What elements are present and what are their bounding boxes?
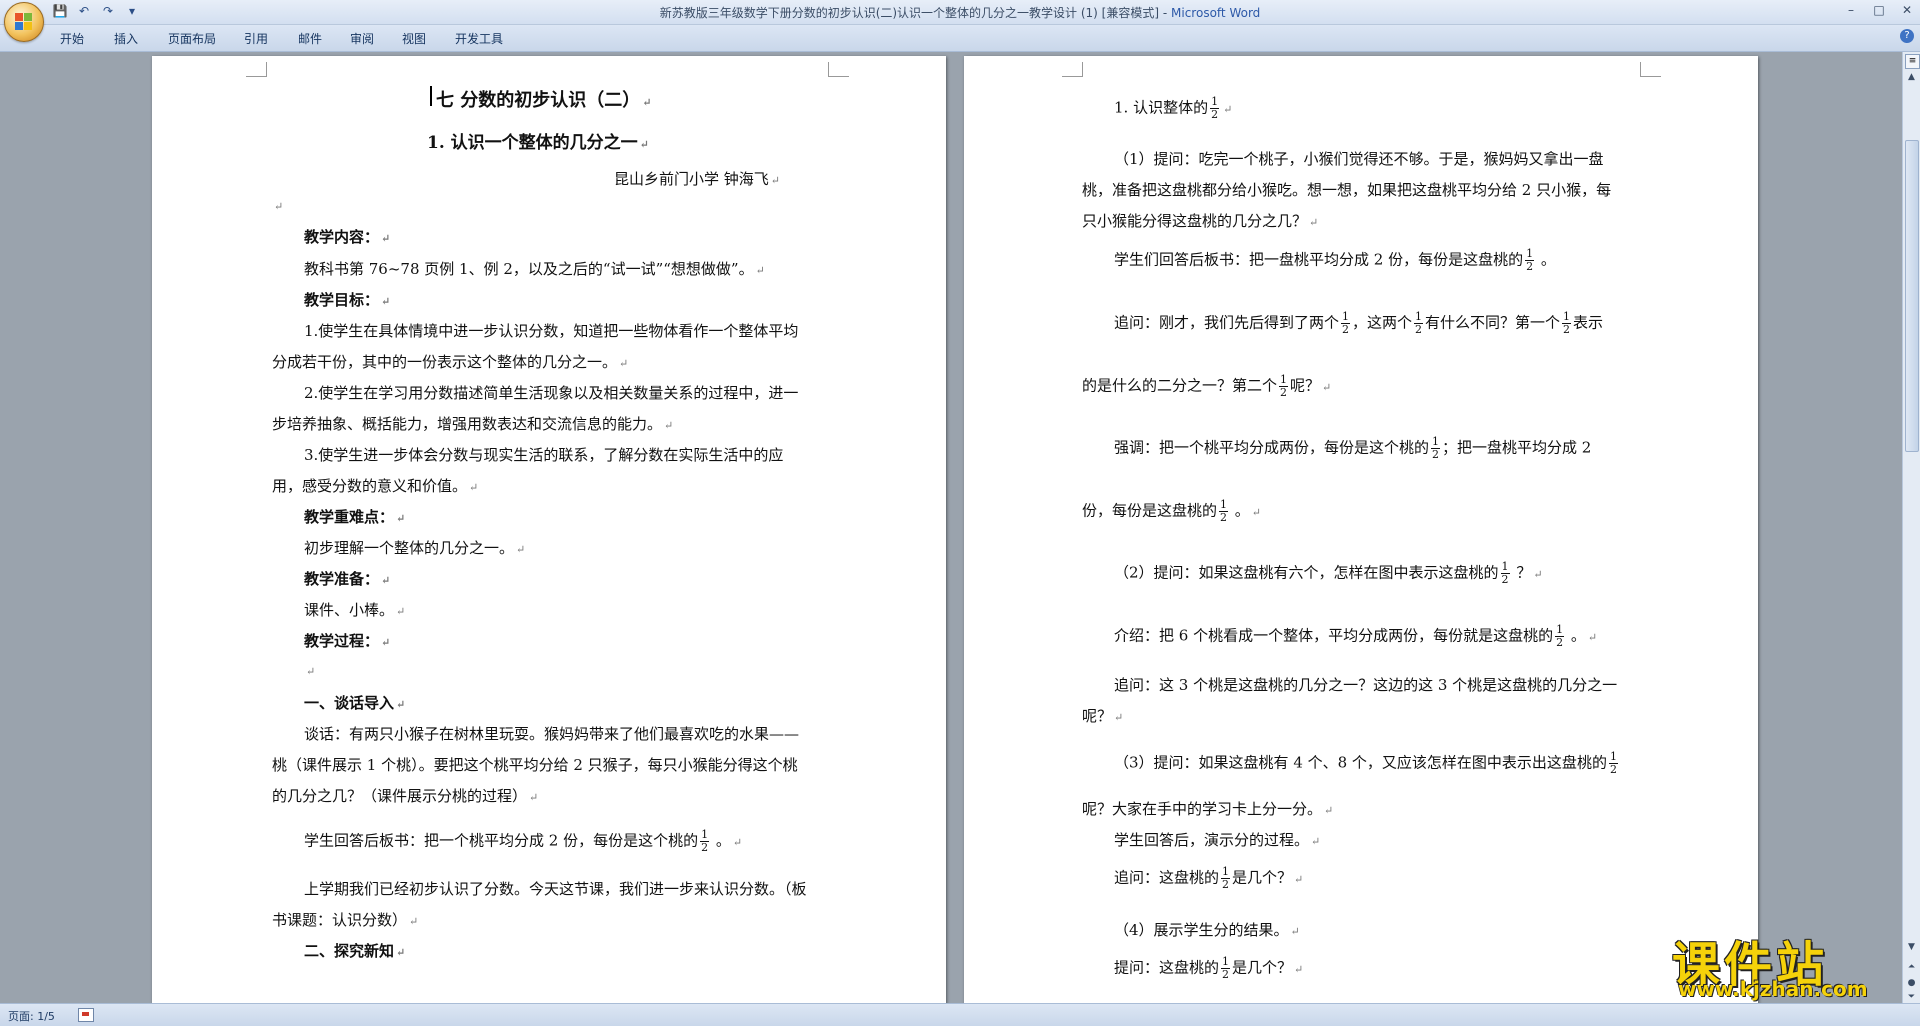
help-icon[interactable]: ? [1900, 29, 1914, 43]
previous-page-icon[interactable]: ⏶ [1905, 962, 1918, 976]
chapter-heading: 七 分数的初步认识（二） ↵ [436, 90, 652, 111]
review-text: 上学期我们已经初步认识了分数。今天这节课，我们进一步来认识分数。（板 [304, 880, 807, 898]
margin-corner [246, 62, 267, 77]
lesson-heading: 1. 认识一个整体的几分之一 ↵ [427, 133, 649, 153]
fraction: 12 [700, 828, 710, 854]
follow-up-3: 追问：这盘桃的 1 2 是几个？ ↵ [1114, 865, 1304, 891]
watermark-url: www.kjzhan.com [1678, 977, 1868, 1001]
follow-up-1: 追问：刚才，我们先后得到了两个 1 2 ，这两个 1 2 有什么不同？第一个 1 2 表示 [1114, 310, 1604, 336]
key-text: 初步理解一个整体的几分之一。 ↵ [304, 539, 526, 557]
tab-view[interactable]: 视图 [402, 30, 426, 47]
talk-text-cont: 桃（课件展示 1 个桃）。要把这个桃平均分给 2 只猴子，每只小猴能分得这个桃 [272, 756, 798, 774]
fraction: 12 [1431, 435, 1441, 461]
follow-up-2: 追问：这 3 个桃是这盘桃的几分之一？这边的这 3 个桃是这盘桃的几分之一 [1114, 676, 1618, 694]
question-1: （1）提问：吃完一个桃子，小猴们觉得还不够。于是，猴妈妈又拿出一盘 [1114, 150, 1604, 168]
follow-up-1-cont: 的是什么的二分之一？第二个 1 2 呢？ ↵ [1082, 373, 1332, 399]
section-2-heading: 二、探究新知 ↵ [304, 942, 406, 960]
tab-developer[interactable]: 开发工具 [455, 30, 503, 47]
talk-text-cont: 的几分之几？（课件展示分桃的过程） ↵ [272, 787, 539, 805]
prep-text: 课件、小棒。 ↵ [304, 601, 406, 619]
goal-2-cont: 步培养抽象、概括能力，增强用数表达和交流信息的能力。 ↵ [272, 415, 674, 433]
goal-label: 教学目标： ↵ [304, 291, 391, 309]
fraction: 12 [1525, 247, 1535, 273]
fraction: 12 [1555, 623, 1565, 649]
fraction: 12 [1562, 310, 1572, 336]
content-text: 教科书第 76~78 页例 1、例 2，以及之后的“试一试”“想想做做”。 ↵ [304, 260, 765, 278]
document-workspace: 七 分数的初步认识（二） ↵ 1. 认识一个整体的几分之一 ↵ 昆山乡前门小学 钟海… [0, 52, 1903, 1003]
content-label: 教学内容： ↵ [304, 228, 391, 246]
fraction: 12 [1341, 310, 1351, 336]
minimize-button[interactable]: – [1844, 3, 1858, 17]
fraction: 12 [1279, 373, 1289, 399]
ribbon-tabs: 开始 插入 页面布局 引用 邮件 审阅 视图 开发工具 ? [0, 25, 1920, 52]
section-1-heading: 一、谈话导入 ↵ [304, 694, 406, 712]
question-4: 提问：这盘桃的 1 2 是几个？ ↵ [1114, 955, 1304, 981]
follow-up-2-cont: 呢？ ↵ [1082, 707, 1124, 725]
subsection-1: 1. 认识整体的 1 2 ↵ [1114, 95, 1233, 121]
scroll-thumb[interactable] [1905, 140, 1919, 452]
goal-3: 3.使学生进一步体会分数与现实生活的联系，了解分数在实际生活中的应 [304, 446, 784, 464]
document-page-1[interactable]: 七 分数的初步认识（二） ↵ 1. 认识一个整体的几分之一 ↵ 昆山乡前门小学 钟海… [152, 56, 946, 1003]
goal-3-cont: 用，感受分数的意义和价值。 ↵ [272, 477, 479, 495]
empty-paragraph: ↵ [274, 200, 284, 213]
text-cursor [430, 86, 432, 106]
review-text-cont: 书课题：认识分数） ↵ [272, 911, 419, 929]
office-logo-icon [15, 13, 33, 31]
page-counter[interactable]: 页面: 1/5 [8, 1008, 55, 1024]
goal-1: 1.使学生在具体情境中进一步认识分数，知道把一些物体看作一个整体平均 [304, 322, 799, 340]
talk-text: 谈话：有两只小猴子在树林里玩耍。猴妈妈带来了他们最喜欢吃的水果—— [304, 725, 800, 743]
demonstration: 学生回答后，演示分的过程。 ↵ [1114, 831, 1321, 849]
tab-home[interactable]: 开始 [60, 30, 84, 47]
margin-corner [1062, 62, 1083, 77]
fraction: 12 [1219, 498, 1229, 524]
answer-1: 学生们回答后板书：把一盘桃平均分成 2 份，每份是这盘桃的 1 2 。 [1114, 247, 1556, 273]
fraction: 12 [1221, 865, 1231, 891]
office-button[interactable] [4, 2, 44, 42]
goal-1-cont: 分成若干份，其中的一份表示这个整体的几分之一。 ↵ [272, 353, 629, 371]
show-results: （4）展示学生分的结果。 ↵ [1114, 921, 1300, 939]
window-title: 新苏教版三年级数学下册分数的初步认识(二)认识一个整体的几分之一教学设计 (1)… [659, 6, 1261, 20]
emphasis: 强调：把一个桃平均分成两份，每份是这个桃的 1 2 ；把一盘桃平均分成 2 [1114, 435, 1592, 461]
scroll-down-icon[interactable]: ▼ [1905, 942, 1918, 956]
key-label: 教学重难点： ↵ [304, 508, 406, 526]
empty-paragraph: ↵ [306, 665, 316, 678]
window-controls: – □ ✕ [1844, 3, 1914, 17]
scroll-up-icon[interactable]: ▲ [1905, 72, 1918, 86]
fraction: 12 [1500, 560, 1510, 586]
ruler-toggle-icon[interactable]: ≡ [1905, 54, 1920, 69]
title-bar: 💾 ↶ ↷ ▾ 新苏教版三年级数学下册分数的初步认识(二)认识一个整体的几分之一… [0, 0, 1920, 25]
question-3-cont: 呢？大家在手中的学习卡上分一分。 ↵ [1082, 800, 1334, 818]
margin-corner [828, 62, 849, 77]
fraction: 12 [1221, 955, 1231, 981]
tab-references[interactable]: 引用 [244, 30, 268, 47]
tab-mailings[interactable]: 邮件 [298, 30, 322, 47]
document-page-2[interactable]: 1. 认识整体的 1 2 ↵ （1）提问：吃完一个桃子，小猴们觉得还不够。于是，猴妈妈… [964, 56, 1758, 1003]
close-button[interactable]: ✕ [1900, 3, 1914, 17]
fraction: 12 [1414, 310, 1424, 336]
goal-2: 2.使学生在学习用分数描述简单生活现象以及相关数量关系的过程中，进一 [304, 384, 799, 402]
tab-review[interactable]: 审阅 [350, 30, 374, 47]
tab-page-layout[interactable]: 页面布局 [168, 30, 216, 47]
emphasis-cont: 份，每份是这盘桃的 1 2 。 ↵ [1082, 498, 1262, 524]
prep-label: 教学准备： ↵ [304, 570, 391, 588]
fraction: 12 [1608, 750, 1618, 776]
vertical-scrollbar[interactable]: ≡ ▲ ▼ ⏶ ● ⏷ [1902, 52, 1920, 1003]
question-3: （3）提问：如果这盘桃有 4 个、8 个，又应该怎样在图中表示出这盘桃的 1 2 [1114, 750, 1618, 776]
margin-corner [1640, 62, 1661, 77]
maximize-button[interactable]: □ [1872, 3, 1886, 17]
question-1-cont: 桃，准备把这盘桃都分给小猴吃。想一想，如果把这盘桃平均分给 2 只小猴，每 [1082, 181, 1612, 199]
tab-insert[interactable]: 插入 [114, 30, 138, 47]
select-browse-object-icon[interactable]: ● [1905, 978, 1918, 992]
watermark-logo: 课件站 www.kjzhan.com [1668, 925, 1903, 1001]
process-label: 教学过程： ↵ [304, 632, 391, 650]
question-1-cont: 只小猴能分得这盘桃的几分之几？ ↵ [1082, 212, 1319, 230]
author-line: 昆山乡前门小学 钟海飞 ↵ [614, 170, 780, 188]
status-bar: 页面: 1/5 [0, 1003, 1920, 1026]
introduction: 介绍：把 6 个桃看成一个整体，平均分成两份，每份就是这盘桃的 1 2 。 ↵ [1114, 623, 1598, 649]
answer-text: 学生回答后板书：把一个桃平均分成 2 份，每份是这个桃的 1 2 。 ↵ [304, 828, 743, 854]
fraction: 12 [1210, 95, 1220, 121]
question-2: （2）提问：如果这盘桃有六个，怎样在图中表示这盘桃的 1 2 ？ ↵ [1114, 560, 1543, 586]
proofing-icon[interactable] [78, 1008, 94, 1022]
